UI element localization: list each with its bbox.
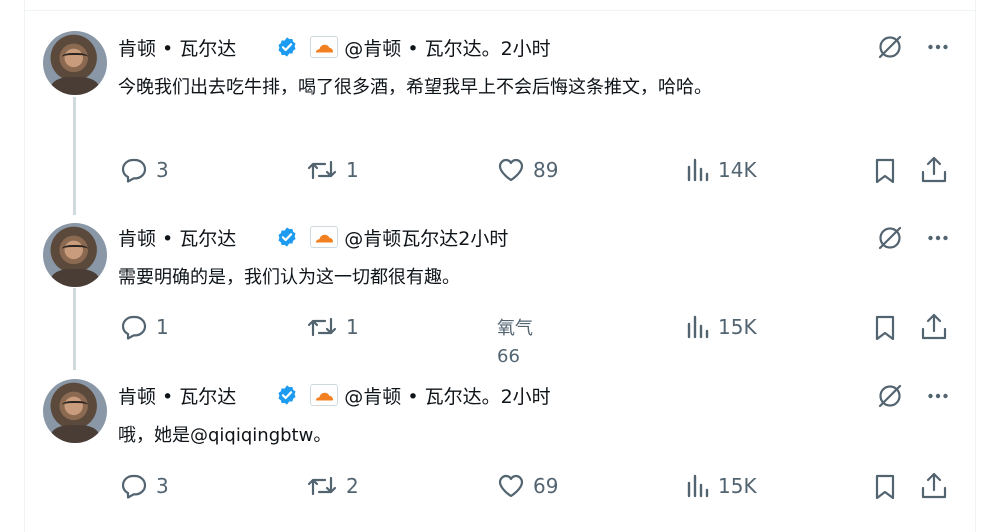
more-icon[interactable] bbox=[926, 35, 950, 59]
author-name[interactable]: 肯顿 • 瓦尔达 bbox=[118, 224, 236, 251]
reply-count: 1 bbox=[156, 315, 169, 339]
like-count: 69 bbox=[533, 474, 559, 498]
views-count: 15K bbox=[718, 315, 757, 339]
bookmark-icon[interactable] bbox=[873, 314, 897, 342]
heart-icon bbox=[497, 157, 525, 183]
retweet-count: 2 bbox=[346, 474, 359, 498]
views-button[interactable]: 15K bbox=[686, 473, 757, 499]
retweet-button[interactable]: 1 bbox=[306, 157, 359, 183]
like-count: 89 bbox=[533, 158, 559, 182]
author-name[interactable]: 肯顿 • 瓦尔达 bbox=[118, 34, 236, 61]
reply-button[interactable]: 1 bbox=[120, 314, 169, 340]
verified-badge-icon bbox=[276, 384, 298, 406]
retweet-icon bbox=[306, 473, 338, 499]
avatar[interactable] bbox=[43, 223, 107, 287]
views-button[interactable]: 15K bbox=[686, 314, 757, 340]
more-icon[interactable] bbox=[926, 226, 950, 250]
like-count-garbled[interactable]: 氧气66 bbox=[497, 315, 543, 371]
tweet-top-actions bbox=[876, 382, 950, 410]
heart-icon bbox=[497, 473, 525, 499]
avatar[interactable] bbox=[43, 31, 107, 95]
tweet[interactable]: 肯顿 • 瓦尔达 @肯顿瓦尔达2小时 需要明确的是，我们认为这一切都很有趣。 1… bbox=[0, 215, 1000, 370]
author-handle-time[interactable]: @肯顿 • 瓦尔达。2小时 bbox=[344, 382, 550, 409]
grok-icon[interactable] bbox=[876, 382, 904, 410]
reply-count: 3 bbox=[156, 158, 169, 182]
retweet-icon bbox=[306, 314, 338, 340]
tweet-text: 哦，她是@qiqiqingbtw。 bbox=[118, 425, 332, 446]
verified-badge-icon bbox=[276, 36, 298, 58]
like-button[interactable]: 89 bbox=[497, 157, 558, 183]
views-button[interactable]: 14K bbox=[686, 157, 757, 183]
share-icon[interactable] bbox=[920, 312, 948, 342]
retweet-count: 1 bbox=[346, 158, 359, 182]
author-name[interactable]: 肯顿 • 瓦尔达 bbox=[118, 382, 236, 409]
bookmark-icon[interactable] bbox=[873, 157, 897, 185]
author-handle-time[interactable]: @肯顿 • 瓦尔达。2小时 bbox=[344, 34, 550, 61]
share-icon[interactable] bbox=[920, 471, 948, 501]
bookmark-icon[interactable] bbox=[873, 473, 897, 501]
views-count: 14K bbox=[718, 158, 757, 182]
reply-button[interactable]: 3 bbox=[120, 473, 169, 499]
tweet-header: 肯顿 • 瓦尔达 @肯顿瓦尔达2小时 bbox=[118, 224, 508, 250]
avatar[interactable] bbox=[43, 379, 107, 443]
tweet-header: 肯顿 • 瓦尔达 @肯顿 • 瓦尔达。2小时 bbox=[118, 34, 551, 60]
reply-icon bbox=[120, 314, 148, 340]
views-icon bbox=[686, 314, 710, 340]
more-icon[interactable] bbox=[926, 384, 950, 408]
views-icon bbox=[686, 157, 710, 183]
tweet-text: 今晚我们出去吃牛排，喝了很多酒，希望我早上不会后悔这条推文，哈哈。 bbox=[118, 77, 712, 98]
grok-icon[interactable] bbox=[876, 224, 904, 252]
tweet-top-actions bbox=[876, 33, 950, 61]
author-handle-time[interactable]: @肯顿瓦尔达2小时 bbox=[344, 224, 508, 251]
tweet-header: 肯顿 • 瓦尔达 @肯顿 • 瓦尔达。2小时 bbox=[118, 382, 551, 408]
tweet[interactable]: 肯顿 • 瓦尔达 @肯顿 • 瓦尔达。2小时 今晚我们出去吃牛排，喝了很多酒，希… bbox=[0, 0, 1000, 215]
verified-badge-icon bbox=[276, 226, 298, 248]
tweet[interactable]: 肯顿 • 瓦尔达 @肯顿 • 瓦尔达。2小时 哦，她是@qiqiqingbtw。… bbox=[0, 370, 1000, 532]
tweet-text: 需要明确的是，我们认为这一切都很有趣。 bbox=[118, 267, 460, 288]
views-icon bbox=[686, 473, 710, 499]
reply-button[interactable]: 3 bbox=[120, 157, 169, 183]
tweet-top-actions bbox=[876, 224, 950, 252]
reply-count: 3 bbox=[156, 474, 169, 498]
retweet-button[interactable]: 2 bbox=[306, 473, 359, 499]
retweet-count: 1 bbox=[346, 315, 359, 339]
views-count: 15K bbox=[718, 474, 757, 498]
like-button[interactable]: 69 bbox=[497, 473, 558, 499]
retweet-icon bbox=[306, 157, 338, 183]
reply-icon bbox=[120, 157, 148, 183]
cloudflare-icon[interactable] bbox=[310, 384, 339, 406]
retweet-button[interactable]: 1 bbox=[306, 314, 359, 340]
reply-icon bbox=[120, 473, 148, 499]
share-icon[interactable] bbox=[920, 155, 948, 185]
cloudflare-icon[interactable] bbox=[310, 36, 339, 58]
cloudflare-icon[interactable] bbox=[310, 226, 339, 248]
grok-icon[interactable] bbox=[876, 33, 904, 61]
